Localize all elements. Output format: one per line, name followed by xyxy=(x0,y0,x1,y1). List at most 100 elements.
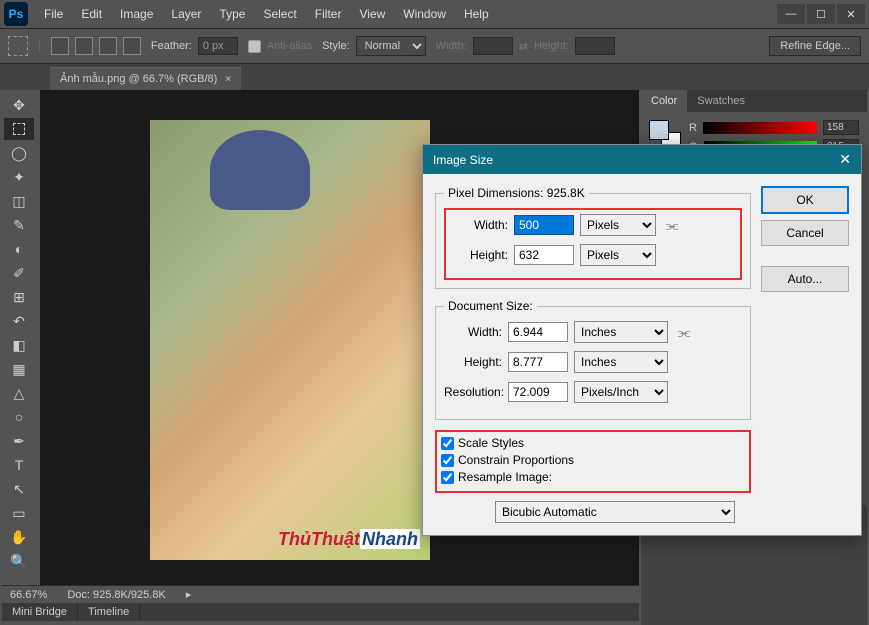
auto-button[interactable]: Auto... xyxy=(761,266,849,292)
scale-styles-label: Scale Styles xyxy=(458,436,524,450)
selection-intersect-icon[interactable] xyxy=(123,37,141,55)
move-tool[interactable]: ✥ xyxy=(4,94,34,116)
brush-tool[interactable]: ✐ xyxy=(4,262,34,284)
maximize-button[interactable]: ☐ xyxy=(807,4,835,24)
close-button[interactable]: ✕ xyxy=(837,4,865,24)
resample-checkbox[interactable] xyxy=(441,471,454,484)
cancel-button[interactable]: Cancel xyxy=(761,220,849,246)
eraser-tool[interactable]: ◧ xyxy=(4,334,34,356)
r-value[interactable] xyxy=(823,120,859,135)
dialog-close-icon[interactable]: ✕ xyxy=(839,151,851,168)
window-controls: — ☐ ✕ xyxy=(777,4,865,24)
wand-tool[interactable]: ✦ xyxy=(4,166,34,188)
mini-bridge-tab[interactable]: Mini Bridge xyxy=(2,603,78,621)
r-label: R xyxy=(689,122,697,134)
doc-height-unit[interactable]: Inches xyxy=(574,351,668,373)
selection-add-icon[interactable] xyxy=(75,37,93,55)
doc-height-label: Height: xyxy=(444,355,502,369)
stamp-tool[interactable]: ⊞ xyxy=(4,286,34,308)
doc-width-label: Width: xyxy=(444,325,502,339)
menu-select[interactable]: Select xyxy=(255,3,304,25)
titlebar: Ps File Edit Image Layer Type Select Fil… xyxy=(0,0,869,28)
document-size-fieldset: Document Size: Width: Inches ⫘ Height: I… xyxy=(435,299,751,420)
options-bar: | Feather: Anti-alias Style: Normal Widt… xyxy=(0,28,869,64)
pixel-dimensions-fieldset: Pixel Dimensions: 925.8K Width: Pixels ⫘… xyxy=(435,186,751,289)
swatches-tab[interactable]: Swatches xyxy=(687,90,755,112)
pixel-link-icon[interactable]: ⫘ xyxy=(662,217,682,234)
gradient-tool[interactable]: ▦ xyxy=(4,358,34,380)
pixel-width-unit[interactable]: Pixels xyxy=(580,214,656,236)
lasso-tool[interactable]: ◯ xyxy=(4,142,34,164)
image-size-dialog: Image Size ✕ Pixel Dimensions: 925.8K Wi… xyxy=(422,144,862,536)
selection-new-icon[interactable] xyxy=(51,37,69,55)
menu-type[interactable]: Type xyxy=(211,3,253,25)
constrain-label: Constrain Proportions xyxy=(458,453,574,467)
heal-tool[interactable]: ◐ xyxy=(4,238,34,260)
document-tab-close-icon[interactable]: × xyxy=(225,74,231,85)
dialog-title: Image Size xyxy=(433,153,493,167)
style-label: Style: xyxy=(322,40,350,52)
marquee-tool[interactable] xyxy=(4,118,34,140)
pixel-height-input[interactable] xyxy=(514,245,574,265)
doc-tab-bar: Ảnh mẫu.png @ 66.7% (RGB/8) × xyxy=(0,64,869,90)
r-slider[interactable] xyxy=(703,122,817,134)
eyedropper-tool[interactable]: ✎ xyxy=(4,214,34,236)
doc-link-icon[interactable]: ⫘ xyxy=(674,324,694,341)
menu-view[interactable]: View xyxy=(351,3,393,25)
status-bar: 66.67% Doc: 925.8K/925.8K ▸ Mini Bridge … xyxy=(2,585,639,625)
antialias-checkbox xyxy=(248,40,261,53)
pixel-width-input[interactable] xyxy=(514,215,574,235)
menu-filter[interactable]: Filter xyxy=(307,3,350,25)
doc-height-input[interactable] xyxy=(508,352,568,372)
selection-subtract-icon[interactable] xyxy=(99,37,117,55)
resample-method-select[interactable]: Bicubic Automatic xyxy=(495,501,735,523)
width-label: Width: xyxy=(436,40,467,52)
menu-image[interactable]: Image xyxy=(112,3,161,25)
zoom-tool[interactable]: 🔍 xyxy=(4,550,34,572)
toolbox: ✥ ◯ ✦ ◫ ✎ ◐ ✐ ⊞ ↶ ◧ ▦ △ ○ ✒ T ↖ ▭ ✋ 🔍 xyxy=(2,90,38,576)
document-tab-title: Ảnh mẫu.png @ 66.7% (RGB/8) xyxy=(60,73,217,85)
history-brush-tool[interactable]: ↶ xyxy=(4,310,34,332)
canvas-image[interactable]: ThủThuậtNhanh xyxy=(150,120,430,560)
type-tool[interactable]: T xyxy=(4,454,34,476)
doc-width-unit[interactable]: Inches xyxy=(574,321,668,343)
dodge-tool[interactable]: ○ xyxy=(4,406,34,428)
pen-tool[interactable]: ✒ xyxy=(4,430,34,452)
resolution-unit[interactable]: Pixels/Inch xyxy=(574,381,668,403)
shape-tool[interactable]: ▭ xyxy=(4,502,34,524)
menu-file[interactable]: File xyxy=(36,3,71,25)
watermark: ThủThuậtNhanh xyxy=(278,529,420,550)
document-tab[interactable]: Ảnh mẫu.png @ 66.7% (RGB/8) × xyxy=(50,67,241,90)
antialias-label: Anti-alias xyxy=(267,40,312,52)
pixel-width-label: Width: xyxy=(450,218,508,232)
zoom-value[interactable]: 66.67% xyxy=(10,589,47,601)
crop-tool[interactable]: ◫ xyxy=(4,190,34,212)
resolution-label: Resolution: xyxy=(444,385,502,399)
marquee-icon[interactable] xyxy=(8,36,28,56)
constrain-checkbox[interactable] xyxy=(441,454,454,467)
ok-button[interactable]: OK xyxy=(761,186,849,214)
menu-layer[interactable]: Layer xyxy=(163,3,209,25)
document-size-legend: Document Size: xyxy=(444,299,537,313)
path-tool[interactable]: ↖ xyxy=(4,478,34,500)
pixel-height-unit[interactable]: Pixels xyxy=(580,244,656,266)
dialog-titlebar[interactable]: Image Size ✕ xyxy=(423,145,861,174)
scale-styles-checkbox[interactable] xyxy=(441,437,454,450)
color-tab[interactable]: Color xyxy=(641,90,687,112)
resolution-input[interactable] xyxy=(508,382,568,402)
refine-edge-button[interactable]: Refine Edge... xyxy=(769,36,861,56)
feather-input[interactable] xyxy=(198,37,238,55)
timeline-tab[interactable]: Timeline xyxy=(78,603,140,621)
doc-width-input[interactable] xyxy=(508,322,568,342)
menu-help[interactable]: Help xyxy=(456,3,497,25)
hand-tool[interactable]: ✋ xyxy=(4,526,34,548)
blur-tool[interactable]: △ xyxy=(4,382,34,404)
menu-window[interactable]: Window xyxy=(395,3,454,25)
menubar: File Edit Image Layer Type Select Filter… xyxy=(36,3,497,25)
feather-label: Feather: xyxy=(151,40,192,52)
menu-edit[interactable]: Edit xyxy=(73,3,110,25)
resample-label: Resample Image: xyxy=(458,470,552,484)
style-select[interactable]: Normal xyxy=(356,36,426,56)
app-icon: Ps xyxy=(4,2,28,26)
minimize-button[interactable]: — xyxy=(777,4,805,24)
